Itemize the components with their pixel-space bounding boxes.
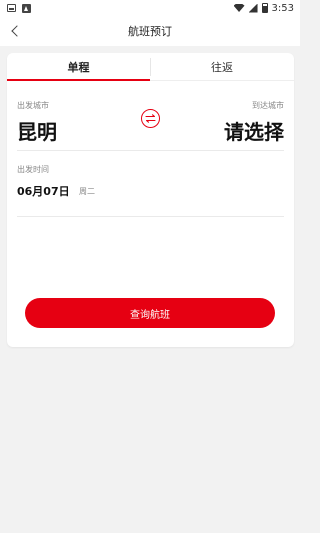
trip-type-tabs: 单程 往返 xyxy=(7,53,294,81)
status-clock: 3:53 xyxy=(271,2,294,14)
divider xyxy=(17,150,284,151)
status-right-icons: 3:53 xyxy=(233,2,294,14)
signal-icon xyxy=(248,3,258,13)
arrival-city-label: 到达城市 xyxy=(252,101,284,110)
app-header: 航班预订 xyxy=(0,16,300,46)
active-tab-indicator xyxy=(7,79,150,81)
page-title: 航班预订 xyxy=(128,25,172,38)
search-flights-button[interactable]: 查询航班 xyxy=(25,298,275,328)
wifi-icon xyxy=(233,4,245,12)
status-left-icons xyxy=(7,3,31,13)
tab-round-trip[interactable]: 往返 xyxy=(150,53,294,81)
arrival-city-value[interactable]: 请选择 xyxy=(224,116,284,145)
tab-one-way[interactable]: 单程 xyxy=(7,53,150,81)
swap-arrows-icon xyxy=(145,114,156,123)
divider xyxy=(17,216,284,217)
departure-city-value[interactable]: 昆明 xyxy=(17,116,57,145)
departure-weekday: 周二 xyxy=(79,187,95,196)
departure-date-value[interactable]: 06月07日 xyxy=(17,183,70,199)
back-arrow-icon xyxy=(10,25,23,37)
departure-date-label: 出发时间 xyxy=(17,165,49,174)
notification-image-icon xyxy=(7,4,16,12)
departure-city-label: 出发城市 xyxy=(17,101,49,110)
battery-icon xyxy=(261,3,268,13)
booking-card: 单程 往返 出发城市 到达城市 昆明 请选择 出发时间 06月07日 周二 查询… xyxy=(7,53,294,347)
tab-baseline xyxy=(150,80,294,81)
status-bar: 3:53 xyxy=(0,0,300,16)
notification-app-icon xyxy=(22,3,31,13)
back-button[interactable] xyxy=(6,21,24,41)
swap-cities-button[interactable] xyxy=(141,109,160,128)
